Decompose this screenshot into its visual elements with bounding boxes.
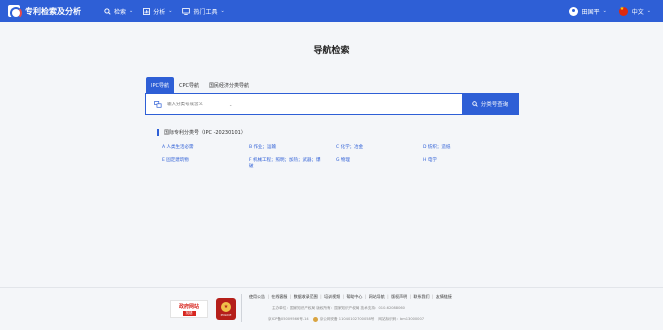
police-security-icon <box>312 317 318 322</box>
chart-icon <box>143 7 151 15</box>
footer-link-site-nav[interactable]: 网站导航 <box>367 294 387 300</box>
brand-title: 专利检索及分析 <box>25 6 81 16</box>
footer: 政府网站 找错 ★ POLICE 使用公告 | 在线客服 | 数据收录范围 | 培训视… <box>0 287 663 330</box>
search-bar: ⌄ 分类号查询 <box>145 93 519 115</box>
nav-item-analysis[interactable]: 分析 ⌄ <box>143 7 172 16</box>
navigation-tabs: IPC导航 CPC导航 国民经济分类导航 <box>146 77 254 93</box>
ipc-item-d[interactable]: D 纺织；造纸 <box>423 145 450 151</box>
badge-top-text: 政府网站 <box>178 303 199 310</box>
ipc-item-a[interactable]: A 人类生活必需 <box>162 145 194 151</box>
language-label: 中文 <box>631 8 644 16</box>
user-name: 田国平 <box>581 8 600 16</box>
section-title: 国际专利分类号（IPC -20230101） <box>164 130 246 136</box>
badge-bottom-text: 找错 <box>182 310 196 316</box>
language-switcher[interactable]: 中文 ⌄ <box>618 6 651 16</box>
chevron-down-icon: ⌄ <box>602 8 607 14</box>
footer-link-training-video[interactable]: 培训视频 <box>322 294 342 300</box>
header-right: 田国平 ⌄ 中文 ⌄ <box>568 6 651 16</box>
chevron-down-icon: ⌄ <box>220 8 225 14</box>
ipc-item-h[interactable]: H 电学 <box>423 158 437 164</box>
section-heading: 国际专利分类号（IPC -20230101） <box>157 129 246 136</box>
gov-site-error-report-badge[interactable]: 政府网站 找错 <box>170 300 208 318</box>
ipc-item-f[interactable]: F 机械工程；照明；加热；武器；爆破 <box>249 158 321 170</box>
footer-links: 使用公告 | 在线客服 | 数据收录范围 | 培训视频 | 帮助中心 | 网站导航 | 版权… <box>247 294 454 300</box>
nav-item-search[interactable]: 检索 ⌄ <box>104 7 133 16</box>
footer-link-copyright[interactable]: 版权声明 <box>389 294 409 300</box>
footer-link-announcement[interactable]: 使用公告 <box>247 294 267 300</box>
footer-link-data-scope[interactable]: 数据收录范围 <box>292 294 320 300</box>
search-button-label: 分类号查询 <box>480 102 509 108</box>
china-flag-icon <box>618 6 628 16</box>
police-record-number[interactable]: 京公网安备 11040102700058号 <box>320 317 375 322</box>
search-icon <box>104 7 111 15</box>
user-avatar-icon <box>568 6 578 16</box>
nav-item-label: 热门工具 <box>193 8 218 16</box>
ipc-item-e[interactable]: E 固定建筑物 <box>162 158 189 164</box>
police-badge[interactable]: ★ POLICE <box>216 298 236 320</box>
main-nav: 检索 ⌄ 分析 ⌄ 热门工具 ⌄ <box>104 7 235 16</box>
police-badge-text: POLICE <box>220 312 232 317</box>
tab-national-economy[interactable]: 国民经济分类导航 <box>204 77 254 93</box>
ipc-item-b[interactable]: B 作业；运输 <box>249 145 276 151</box>
monitor-icon <box>182 7 191 15</box>
top-nav-bar: 专利检索及分析 检索 ⌄ 分析 ⌄ 热门工具 ⌄ 田国平 ⌄ 中文 ⌄ <box>0 0 663 22</box>
footer-divider <box>241 294 242 322</box>
nav-item-label: 检索 <box>114 8 127 16</box>
chevron-down-icon: ⌄ <box>129 8 134 14</box>
chevron-down-icon[interactable]: ⌄ <box>229 102 232 107</box>
nav-item-label: 分析 <box>153 8 166 16</box>
brand-logo-icon <box>8 5 22 19</box>
search-input[interactable] <box>167 101 227 107</box>
classification-icon <box>151 100 165 108</box>
footer-link-friendly-links[interactable]: 友情链接 <box>434 294 454 300</box>
footer-info-line: 主办单位：国家知识产权局 版权所有：国家知识产权局 技术支持：010-62088… <box>272 306 405 310</box>
chevron-down-icon: ⌄ <box>168 8 173 14</box>
user-menu[interactable]: 田国平 ⌄ <box>568 6 607 16</box>
search-icon <box>472 101 478 107</box>
section-accent-bar <box>157 129 159 136</box>
chevron-down-icon: ⌄ <box>646 8 651 14</box>
site-code: 网站标识码：bm13000007 <box>378 317 425 321</box>
ipc-item-g[interactable]: G 物理 <box>336 158 350 164</box>
page-title: 导航检索 <box>313 46 350 56</box>
ipc-item-c[interactable]: C 化学；冶金 <box>336 145 363 151</box>
tab-ipc[interactable]: IPC导航 <box>146 77 174 93</box>
footer-link-help-center[interactable]: 帮助中心 <box>344 294 364 300</box>
tab-cpc[interactable]: CPC导航 <box>174 77 204 93</box>
nav-item-hot-tools[interactable]: 热门工具 ⌄ <box>182 7 225 16</box>
brand[interactable]: 专利检索及分析 <box>8 5 94 19</box>
icp-number[interactable]: 京ICP备05009566号-14 <box>268 317 309 322</box>
footer-link-online-service[interactable]: 在线客服 <box>269 294 289 300</box>
footer-link-contact[interactable]: 联系我们 <box>412 294 432 300</box>
classification-search-button[interactable]: 分类号查询 <box>462 94 518 114</box>
footer-registration-line: 京ICP备05009566号-14 京公网安备 11040102700058号 … <box>268 317 424 322</box>
police-emblem-icon: ★ <box>221 301 231 312</box>
